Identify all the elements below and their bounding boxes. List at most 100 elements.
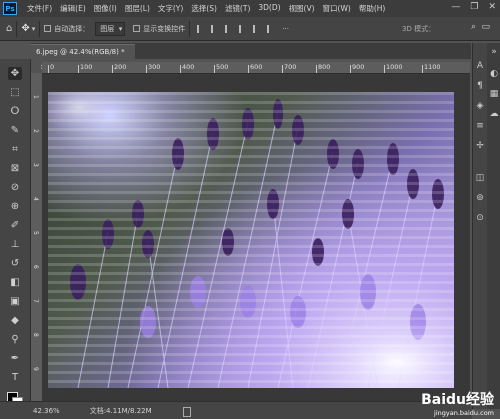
menu-type[interactable]: 文字(Y) [154,3,187,14]
type-tool-icon[interactable]: T [8,371,22,384]
search-icon[interactable]: ⌕ [471,22,476,32]
scanline-overlay [48,92,454,388]
align-top-icon[interactable] [239,24,247,33]
align-center-icon[interactable] [211,24,219,33]
align-middle-icon[interactable] [253,24,261,33]
status-bar: 42.36% 文档:4.11M/8.22M [0,401,472,419]
status-menu-arrow[interactable] [183,407,191,417]
home-icon[interactable]: ⌂ [6,23,12,34]
window-controls: — ❐ ✕ [451,2,496,12]
minimize-button[interactable]: — [451,2,460,12]
brush-tool-icon[interactable]: ✐ [8,219,22,232]
menu-window[interactable]: 窗口(W) [319,3,355,14]
baidu-watermark: Baidu经验 jingyan.baidu.com [421,389,494,417]
align-bottom-icon[interactable] [267,24,275,33]
panel-dock-secondary: » ◐ ▦ ☁ [487,43,500,409]
menu-help[interactable]: 帮助(H) [355,3,390,14]
watermark-url: jingyan.baidu.com [434,409,494,417]
channels-panel-icon[interactable]: ⊚ [475,193,485,203]
lavender-photo[interactable] [48,92,454,388]
options-bar: ⌂ ✥ ▾ 自动选择： 图层 显示变换控件 ··· 3D 模式： ⌕ ▭ [0,17,500,41]
align-left-icon[interactable] [197,24,205,33]
menu-layer[interactable]: 图层(L) [121,3,154,14]
paths-panel-icon[interactable]: ⊙ [475,213,485,223]
ruler-label: 4 [32,197,39,201]
ruler-label: 500 [213,63,229,73]
photoshop-logo: Ps [3,2,17,15]
menu-3d[interactable]: 3D(D) [254,3,284,14]
menu-filter[interactable]: 滤镜(T) [221,3,254,14]
close-button[interactable]: ✕ [488,2,496,12]
ruler-label: 600 [247,63,263,73]
workspace-icon[interactable]: ▭ [481,22,490,32]
ruler-label: 300 [145,63,161,73]
layers-panel-icon[interactable]: ◫ [475,173,485,183]
color-panel-icon[interactable]: ◐ [489,69,499,79]
character-panel-icon[interactable]: A [475,61,485,71]
ruler-label: 1 [32,95,39,99]
crop-tool-icon[interactable]: ⌗ [8,143,22,156]
menu-view[interactable]: 视图(V) [285,3,319,14]
divider [39,20,41,37]
properties-panel-icon[interactable]: ≡ [475,121,485,131]
menu-select[interactable]: 选择(S) [187,3,221,14]
history-brush-icon[interactable]: ↺ [8,257,22,270]
dodge-tool-icon[interactable]: ⚲ [8,333,22,346]
collapse-panels-icon[interactable]: » [489,47,499,57]
auto-select-checkbox[interactable] [44,25,52,32]
dropdown-arrow-icon[interactable]: ▾ [32,25,36,33]
eraser-tool-icon[interactable]: ◧ [8,276,22,289]
ruler-label: 100 [77,63,93,73]
3d-panel-icon[interactable]: ◈ [475,101,485,111]
ruler-label: 700 [281,63,297,73]
3d-mode-area: 3D 模式： [402,22,462,35]
document-tab-title: 6.jpeg @ 42.4%(RGB/8) * [36,48,125,56]
adjustments-panel-icon[interactable]: ✢ [475,141,485,151]
menu-file[interactable]: 文件(F) [23,3,56,14]
menu-edit[interactable]: 编辑(E) [56,3,90,14]
marquee-tool-icon[interactable]: ⬚ [8,86,22,99]
frame-tool-icon[interactable]: ⊠ [8,162,22,175]
paragraph-panel-icon[interactable]: ¶ [475,81,485,91]
horizontal-ruler: 0 100 200 300 400 500 600 700 800 900 10… [42,62,470,74]
show-transform-label: 显示变换控件 [143,24,186,33]
libraries-panel-icon[interactable]: ☁ [489,109,499,119]
ruler-label: 8 [32,333,39,337]
ruler-label: 1100 [422,63,441,73]
quick-select-tool-icon[interactable]: ✎ [8,124,22,137]
clone-stamp-icon[interactable]: ⊥ [8,238,22,251]
ruler-label: 5 [32,231,39,235]
gradient-tool-icon[interactable]: ▣ [8,295,22,308]
ruler-label: 6 [32,265,39,269]
ruler-label: 800 [315,63,331,73]
ruler-label: 9 [32,367,39,371]
ruler-label: 200 [111,63,127,73]
ruler-label: 3 [32,163,39,167]
document-info[interactable]: 文档:4.11M/8.22M [90,406,152,416]
ruler-label: 7 [32,299,39,303]
move-tool-icon[interactable]: ✥ [8,67,22,80]
menu-bar: Ps 文件(F) 编辑(E) 图像(I) 图层(L) 文字(Y) 选择(S) 滤… [0,0,500,17]
document-tab[interactable]: 6.jpeg @ 42.4%(RGB/8) * × [31,44,135,71]
blur-tool-icon[interactable]: ◆ [8,314,22,327]
show-transform-checkbox[interactable] [133,25,141,32]
pen-tool-icon[interactable]: ✒ [8,352,22,365]
align-right-icon[interactable] [225,24,233,33]
move-tool-icon[interactable]: ✥ [21,23,29,34]
restore-button[interactable]: ❐ [470,2,478,12]
auto-select-dropdown[interactable]: 图层 [95,21,126,36]
divider [16,20,18,37]
menu-image[interactable]: 图像(I) [90,3,121,14]
menu-items: 文件(F) 编辑(E) 图像(I) 图层(L) 文字(Y) 选择(S) 滤镜(T… [23,3,389,14]
more-options-icon[interactable]: ··· [282,25,289,33]
panel-dock: A ¶ ◈ ≡ ✢ ◫ ⊚ ⊙ [472,43,487,409]
lasso-tool-icon[interactable]: ⵔ [8,105,22,118]
eyedropper-tool-icon[interactable]: ⊘ [8,181,22,194]
healing-brush-icon[interactable]: ⊕ [8,200,22,213]
tools-panel: ✥ ⬚ ⵔ ✎ ⌗ ⊠ ⊘ ⊕ ✐ ⊥ ↺ ◧ ▣ ◆ ⚲ ✒ T [0,59,31,409]
3d-mode-label: 3D 模式： [402,24,436,33]
divider [189,20,191,37]
auto-select-label: 自动选择： [54,24,90,33]
zoom-level[interactable]: 42.36% [33,407,60,415]
swatches-panel-icon[interactable]: ▦ [489,89,499,99]
